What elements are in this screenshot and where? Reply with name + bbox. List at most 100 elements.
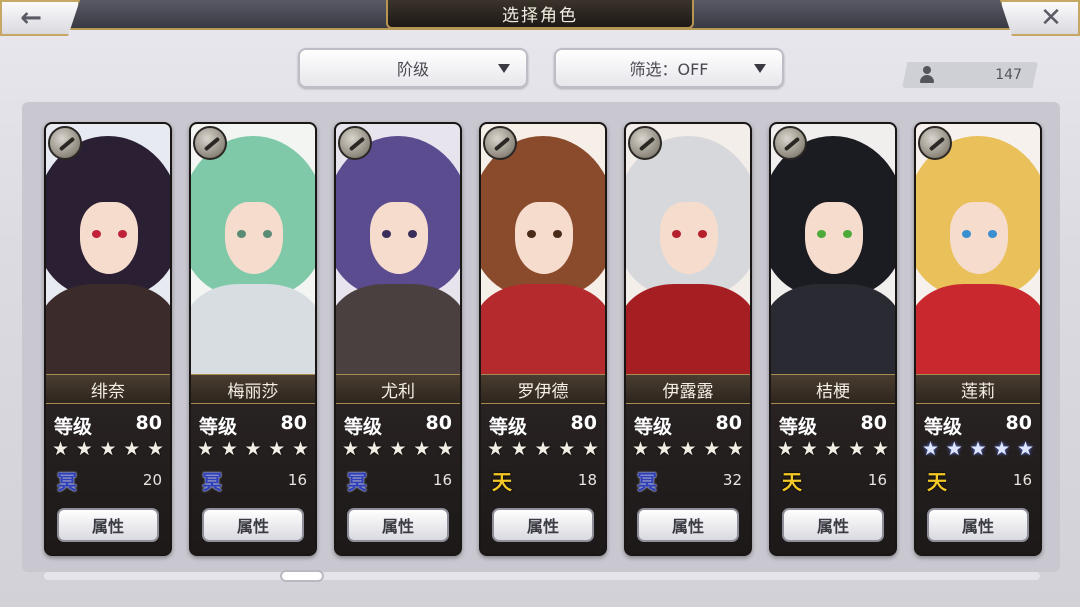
attributes-button[interactable]: 属性	[637, 508, 739, 542]
character-portrait	[771, 124, 895, 374]
star-icon: ★	[534, 438, 552, 460]
star-icon: ★	[993, 438, 1011, 460]
person-icon	[920, 66, 934, 84]
character-card[interactable]: 伊露露 等级 80 ★ ★ ★ ★ ★ 冥 32 属性	[624, 122, 752, 556]
character-info: 等级 80 ★ ★ ★ ★ ★ 冥 20 属性	[46, 404, 170, 554]
element-attribute-icon: 冥	[637, 469, 657, 494]
cost-value: 32	[722, 471, 742, 489]
weapon-type-icon	[773, 126, 807, 160]
star-icon: ★	[703, 438, 721, 460]
level-row: 等级 80	[779, 412, 887, 439]
portrait-outfit	[626, 284, 750, 374]
star-icon: ★	[220, 438, 238, 460]
portrait-eye	[553, 230, 562, 238]
star-icon: ★	[777, 438, 795, 460]
rarity-stars: ★ ★ ★ ★ ★	[487, 439, 599, 459]
cost-value: 18	[577, 471, 597, 489]
weapon-type-icon	[338, 126, 372, 160]
element-attribute-icon: 天	[927, 469, 947, 494]
portrait-face	[225, 202, 283, 274]
star-icon: ★	[123, 438, 141, 460]
attribute-row: 天 18	[489, 466, 597, 494]
horizontal-scrollbar[interactable]	[44, 572, 1040, 580]
level-row: 等级 80	[634, 412, 742, 439]
character-info: 等级 80 ★ ★ ★ ★ ★ 天 16 属性	[771, 404, 895, 554]
level-value: 80	[860, 412, 887, 434]
element-attribute-icon: 冥	[202, 469, 222, 494]
character-info: 等级 80 ★ ★ ★ ★ ★ 天 18 属性	[481, 404, 605, 554]
portrait-face	[805, 202, 863, 274]
attributes-button[interactable]: 属性	[347, 508, 449, 542]
character-card[interactable]: 尤利 等级 80 ★ ★ ★ ★ ★ 冥 16 属性	[334, 122, 462, 556]
star-icon: ★	[558, 438, 576, 460]
rarity-stars: ★ ★ ★ ★ ★	[342, 439, 454, 459]
attribute-row: 冥 32	[634, 466, 742, 494]
character-card[interactable]: 梅丽莎 等级 80 ★ ★ ★ ★ ★ 冥 16 属性	[189, 122, 317, 556]
back-arrow-icon: ←	[20, 3, 42, 33]
level-row: 等级 80	[489, 412, 597, 439]
star-icon: ★	[365, 438, 383, 460]
portrait-outfit	[916, 284, 1040, 374]
star-icon: ★	[848, 438, 866, 460]
attribute-row: 冥 16	[199, 466, 307, 494]
page-title: 选择角色	[386, 0, 694, 29]
character-card[interactable]: 绯奈 等级 80 ★ ★ ★ ★ ★ 冥 20 属性	[44, 122, 172, 556]
rank-sort-dropdown[interactable]: 阶级	[298, 48, 528, 88]
character-card[interactable]: 罗伊德 等级 80 ★ ★ ★ ★ ★ 天 18 属性	[479, 122, 607, 556]
portrait-eye	[843, 230, 852, 238]
level-label: 等级	[634, 416, 673, 438]
portrait-eye	[92, 230, 101, 238]
portrait-eye	[988, 230, 997, 238]
character-card[interactable]: 莲莉 等级 80 ★ ★ ★ ★ ★ 天 16 属性	[914, 122, 1042, 556]
level-label: 等级	[54, 416, 93, 438]
character-info: 等级 80 ★ ★ ★ ★ ★ 冥 16 属性	[336, 404, 460, 554]
star-icon: ★	[726, 438, 744, 460]
attributes-button[interactable]: 属性	[202, 508, 304, 542]
cost-value: 20	[142, 471, 162, 489]
level-row: 等级 80	[924, 412, 1032, 439]
star-icon: ★	[487, 438, 505, 460]
character-name: 梅丽莎	[191, 374, 315, 404]
star-icon: ★	[679, 438, 697, 460]
weapon-type-icon	[48, 126, 82, 160]
star-icon: ★	[632, 438, 650, 460]
rarity-stars: ★ ★ ★ ★ ★	[922, 439, 1034, 459]
rarity-stars: ★ ★ ★ ★ ★	[197, 439, 309, 459]
star-icon: ★	[1016, 438, 1034, 460]
level-label: 等级	[489, 416, 528, 438]
level-label: 等级	[344, 416, 383, 438]
star-icon: ★	[800, 438, 818, 460]
attributes-button[interactable]: 属性	[782, 508, 884, 542]
filter-dropdown[interactable]: 筛选：OFF	[554, 48, 784, 88]
level-value: 80	[280, 412, 307, 434]
level-value: 80	[715, 412, 742, 434]
close-button[interactable]: ✕	[1000, 0, 1080, 36]
attribute-row: 冥 16	[344, 466, 452, 494]
scrollbar-thumb[interactable]	[280, 570, 324, 582]
attributes-button[interactable]: 属性	[927, 508, 1029, 542]
star-icon: ★	[268, 438, 286, 460]
level-value: 80	[570, 412, 597, 434]
weapon-type-icon	[918, 126, 952, 160]
attributes-button[interactable]: 属性	[57, 508, 159, 542]
weapon-type-icon	[483, 126, 517, 160]
level-row: 等级 80	[344, 412, 452, 439]
portrait-eye	[527, 230, 536, 238]
cost-value: 16	[287, 471, 307, 489]
back-button[interactable]: ←	[0, 0, 80, 36]
portrait-outfit	[481, 284, 605, 374]
portrait-outfit	[191, 284, 315, 374]
character-card[interactable]: 桔梗 等级 80 ★ ★ ★ ★ ★ 天 16 属性	[769, 122, 897, 556]
character-name: 罗伊德	[481, 374, 605, 404]
level-row: 等级 80	[199, 412, 307, 439]
dropdown-arrow-icon	[754, 64, 766, 73]
star-icon: ★	[413, 438, 431, 460]
level-value: 80	[1005, 412, 1032, 434]
attributes-button[interactable]: 属性	[492, 508, 594, 542]
portrait-eye	[698, 230, 707, 238]
portrait-outfit	[336, 284, 460, 374]
star-icon: ★	[291, 438, 309, 460]
character-name: 绯奈	[46, 374, 170, 404]
star-icon: ★	[436, 438, 454, 460]
star-icon: ★	[75, 438, 93, 460]
